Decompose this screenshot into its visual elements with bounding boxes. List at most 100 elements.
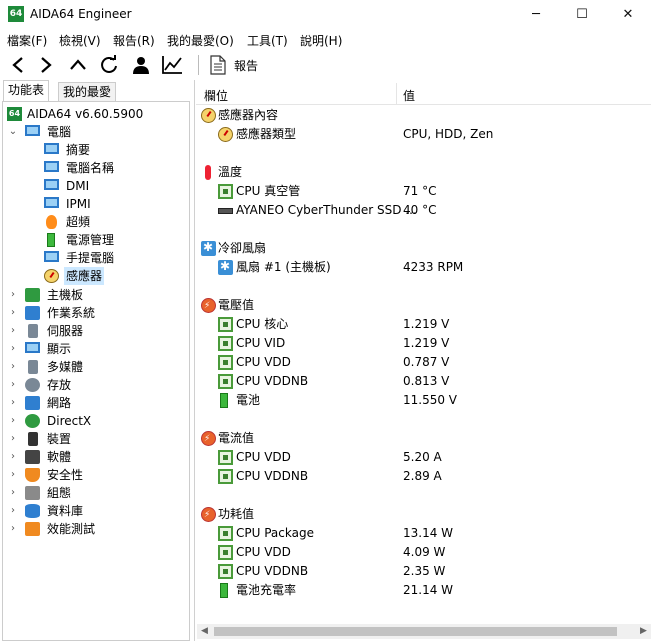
- window-title: AIDA64 Engineer: [30, 7, 132, 21]
- up-button[interactable]: [66, 53, 90, 77]
- gauge-icon: [44, 269, 59, 283]
- minimize-button[interactable]: ─: [513, 0, 559, 30]
- navigation-panel: 功能表 我的最愛 64 AIDA64 v6.60.5900 ⌄ 電腦 摘要 電腦…: [0, 80, 195, 641]
- row-value: 2.89 A: [403, 469, 442, 483]
- battery-icon: [220, 583, 228, 598]
- column-header-value[interactable]: 值: [403, 87, 415, 104]
- tree-item-label: 摘要: [66, 143, 91, 157]
- chevron-right-icon[interactable]: ›: [8, 358, 18, 376]
- report-label[interactable]: 報告: [234, 57, 258, 74]
- chip-icon: [218, 336, 233, 351]
- windows-icon: [25, 306, 40, 320]
- menu-favorites[interactable]: 我的最愛(O): [167, 32, 234, 49]
- report-button[interactable]: [206, 53, 230, 77]
- tree-item-label: 組態: [47, 486, 72, 500]
- shield-icon: [25, 468, 40, 482]
- chevron-down-icon[interactable]: ⌄: [8, 123, 18, 141]
- row-label: 電池充電率: [236, 583, 297, 597]
- tree-item-label: IPMI: [66, 197, 91, 211]
- chip-icon: [218, 545, 233, 560]
- tree-item-label: 資料庫: [47, 504, 84, 518]
- row-label: CPU VDD: [236, 545, 291, 559]
- chevron-right-icon[interactable]: ›: [8, 520, 18, 538]
- chevron-right-icon[interactable]: ›: [8, 502, 18, 520]
- config-icon: [25, 486, 40, 500]
- toolbar: 報告: [0, 50, 651, 80]
- chevron-right-icon[interactable]: ›: [8, 322, 18, 340]
- chevron-right-icon[interactable]: ›: [8, 448, 18, 466]
- gauge-icon: [218, 127, 233, 142]
- chevron-right-icon[interactable]: ›: [8, 394, 18, 412]
- row-value: 2.35 W: [403, 564, 446, 578]
- row-value: 0.813 V: [403, 374, 450, 388]
- chip-icon: [218, 526, 233, 541]
- menu-file[interactable]: 檔案(F): [7, 32, 47, 49]
- tree-item-label: 網路: [47, 396, 72, 410]
- chevron-right-icon[interactable]: ›: [8, 484, 18, 502]
- tree-item-label: 超頻: [66, 215, 91, 229]
- chevron-right-icon[interactable]: ›: [8, 466, 18, 484]
- motherboard-icon: [25, 288, 40, 302]
- row-label: CPU 真空管: [236, 184, 301, 198]
- user-button[interactable]: [129, 53, 153, 77]
- row-value: 11.550 V: [403, 393, 458, 407]
- close-button[interactable]: ✕: [605, 0, 651, 30]
- speaker-icon: [28, 360, 38, 374]
- tree-item-label: 電腦名稱: [66, 161, 115, 175]
- tree-item-label: 顯示: [47, 342, 72, 356]
- chevron-right-icon[interactable]: ›: [8, 376, 18, 394]
- chevron-right-icon[interactable]: ›: [8, 286, 18, 304]
- scroll-right-icon[interactable]: ▶: [636, 624, 651, 639]
- benchmark-icon: [25, 522, 40, 536]
- monitor-icon: [44, 143, 59, 154]
- battery-icon: [220, 393, 228, 408]
- refresh-button[interactable]: [97, 53, 121, 77]
- chevron-right-icon[interactable]: ›: [8, 340, 18, 358]
- power-icon: [201, 506, 216, 525]
- scrollbar-thumb[interactable]: [214, 627, 617, 636]
- network-icon: [25, 396, 40, 410]
- chevron-right-icon[interactable]: ›: [8, 304, 18, 322]
- row-value: 5.20 A: [403, 450, 442, 464]
- chevron-right-icon[interactable]: ›: [8, 412, 18, 430]
- section-title: 電流值: [218, 431, 255, 445]
- toolbar-separator: [198, 55, 199, 75]
- chart-button[interactable]: [160, 53, 184, 77]
- section-title: 電壓值: [218, 298, 255, 312]
- menu-bar: 檔案(F) 檢視(V) 報告(R) 我的最愛(O) 工具(T) 說明(H): [0, 30, 651, 50]
- tree-item-label: 效能測試: [47, 522, 96, 536]
- chip-icon: [218, 564, 233, 579]
- tab-menu[interactable]: 功能表: [3, 80, 50, 102]
- row-value: 4.09 W: [403, 545, 446, 559]
- menu-help[interactable]: 說明(H): [300, 32, 342, 49]
- document-icon: [210, 55, 226, 75]
- row-label: 感應器類型: [236, 127, 297, 141]
- tab-favorites[interactable]: 我的最愛: [58, 82, 117, 102]
- tree-item-label: 伺服器: [47, 324, 84, 338]
- forward-button[interactable]: [34, 53, 58, 77]
- menu-tools[interactable]: 工具(T): [247, 32, 288, 49]
- row-label: CPU VID: [236, 336, 286, 350]
- maximize-button[interactable]: ☐: [559, 0, 605, 30]
- display-icon: [25, 342, 40, 353]
- back-button[interactable]: [6, 53, 30, 77]
- menu-view[interactable]: 檢視(V): [59, 32, 101, 49]
- battery-icon: [47, 233, 55, 247]
- scroll-left-icon[interactable]: ◀: [197, 624, 212, 639]
- tree-item-label: 作業系統: [47, 306, 96, 320]
- thermometer-icon: [205, 165, 211, 180]
- chevron-right-icon[interactable]: ›: [8, 430, 18, 448]
- tree-item-label: 裝置: [47, 432, 72, 446]
- fan-icon: [201, 238, 216, 257]
- section-title: 冷卻風扇: [218, 241, 267, 255]
- menu-report[interactable]: 報告(R): [113, 32, 155, 49]
- chip-icon: [218, 317, 233, 332]
- column-header-field[interactable]: 欄位: [204, 87, 228, 104]
- chip-icon: [218, 469, 233, 484]
- row-label: CPU VDDNB: [236, 564, 309, 578]
- column-divider[interactable]: [396, 83, 397, 105]
- chip-icon: [218, 355, 233, 370]
- tree-item-label: 電腦: [47, 125, 72, 139]
- fan-icon: [218, 257, 233, 276]
- horizontal-scrollbar[interactable]: ◀ ▶: [197, 624, 651, 639]
